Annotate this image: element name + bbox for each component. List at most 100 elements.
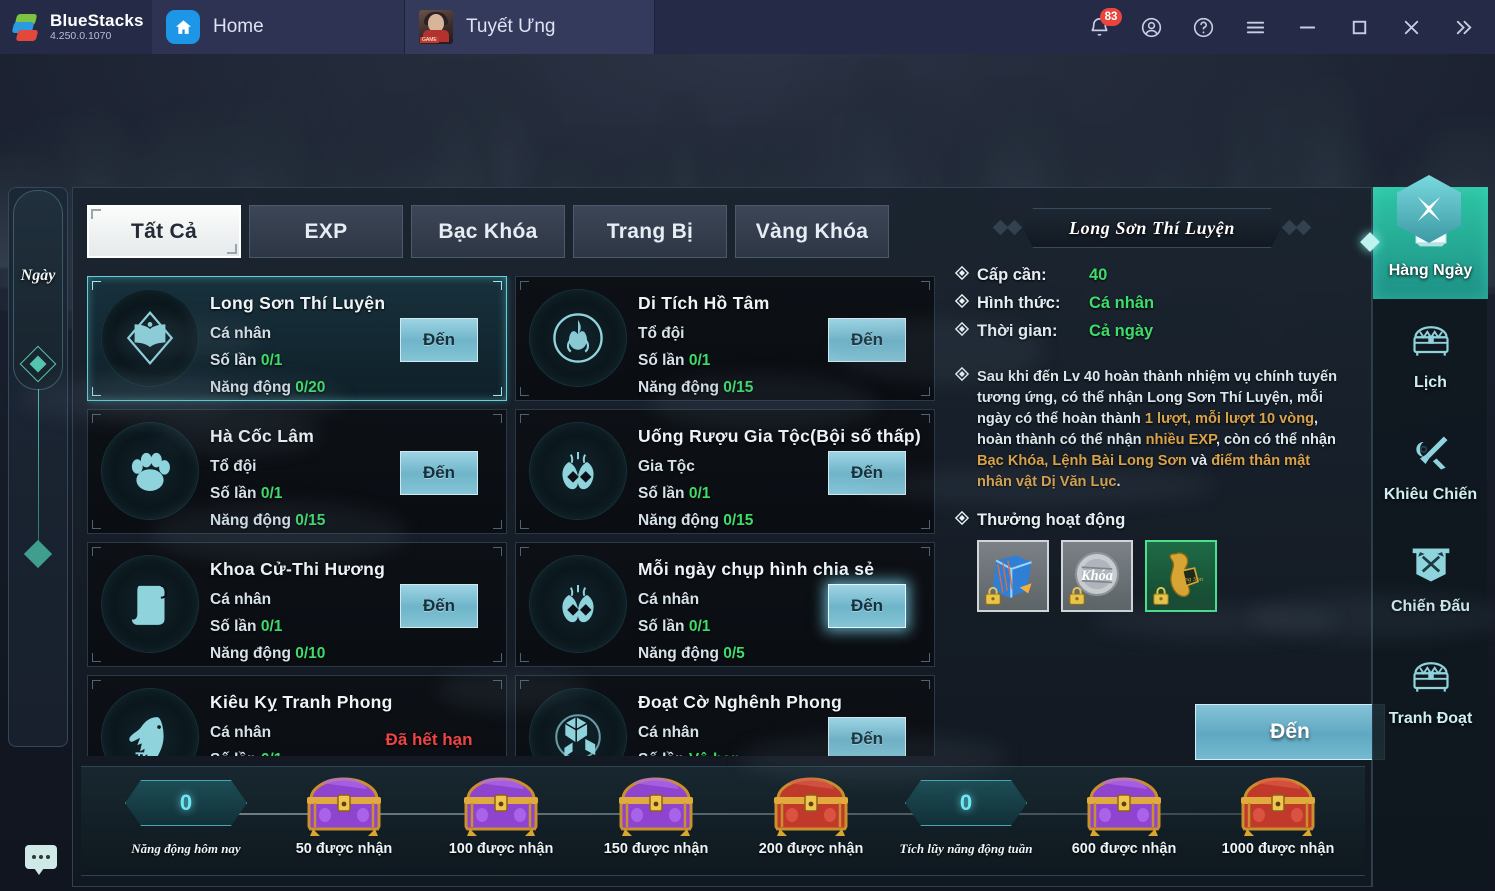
detail-banner: Long Sơn Thí Luyện	[987, 208, 1317, 248]
reward-chest-node[interactable]: 100 được nhận	[426, 773, 576, 857]
tab-4[interactable]: Trang Bị	[573, 205, 727, 258]
notification-badge: 83	[1100, 8, 1122, 26]
chest-icon	[464, 777, 538, 836]
node-caption: 100 được nhận	[448, 841, 554, 857]
menu-icon[interactable]	[1231, 0, 1279, 54]
counter-hex: 0	[905, 780, 1027, 826]
tab-2[interactable]: EXP	[249, 205, 403, 258]
mission-count-value: 0/1	[688, 352, 711, 369]
node-caption: 1000 được nhận	[1221, 841, 1335, 857]
node-caption: Tích lũy năng động tuần	[899, 841, 1033, 856]
chest-icon	[1235, 773, 1321, 839]
account-icon[interactable]	[1127, 0, 1175, 54]
mission-title: Mỗi ngày chụp hình chia sẻ	[638, 559, 875, 579]
mission-count-label: Số lần	[638, 352, 685, 369]
reward-slot[interactable]: Khóa	[1061, 540, 1133, 612]
close-panel-button[interactable]	[1397, 175, 1461, 243]
banner-sword-icon	[1408, 543, 1454, 592]
svg-text:Khóa: Khóa	[1080, 567, 1113, 583]
sidenav-item-label: Tranh Đoạt	[1388, 709, 1473, 727]
reward-header: Thưởng hoạt động	[954, 510, 1359, 530]
mission-title: Đoạt Cờ Nghênh Phong	[638, 692, 843, 712]
tab-home-label: Home	[213, 16, 264, 37]
bluestacks-titlebar: BlueStacks 4.250.0.1070 Home GAME Tuyết …	[0, 0, 1495, 54]
reward-chest-node[interactable]: 600 được nhận	[1049, 773, 1199, 857]
tab-game[interactable]: GAME Tuyết Ưng	[405, 0, 655, 54]
bell-icon[interactable]: 83	[1075, 0, 1123, 54]
mission-count-value: 0/1	[260, 352, 283, 369]
mission-count: Số lần 0/1	[210, 485, 282, 503]
mission-activity-value: 0/5	[723, 645, 745, 662]
sidenav-item-label: Hàng Ngày	[1388, 261, 1473, 279]
description-highlight: nhiều EXP	[1145, 432, 1216, 448]
mission-go-button[interactable]: Đến	[828, 584, 906, 628]
mission-count: Số lần 0/1	[638, 352, 710, 370]
detail-row-value: Cả ngày	[1089, 322, 1154, 340]
chest-icon	[307, 777, 381, 836]
mission-title: Di Tích Hồ Tâm	[638, 293, 770, 313]
tab-1[interactable]: Tất Cả	[87, 205, 241, 258]
sidenav-item-label: Khiêu Chiến	[1383, 485, 1478, 503]
chest-icon	[774, 777, 848, 836]
description-highlight: 1 lượt, mỗi lượt 10 vòng	[1144, 411, 1315, 427]
mission-count: Số lần 0/1	[638, 618, 710, 636]
tab-label: Bạc Khóa	[438, 219, 538, 243]
chat-bubble-icon[interactable]	[25, 845, 57, 875]
sidenav-item-5[interactable]: Tranh Đoạt	[1373, 635, 1488, 747]
tab-label: EXP	[304, 219, 348, 243]
detail-row-label: Cấp cần:	[977, 266, 1047, 284]
tab-5[interactable]: Vàng Khóa	[735, 205, 889, 258]
reward-chest-node[interactable]: 200 được nhận	[736, 773, 886, 857]
counter-hex: 0	[125, 780, 247, 826]
chevrons-right-icon[interactable]	[1439, 0, 1487, 54]
mission-count-value: 0/1	[688, 618, 711, 635]
day-tab-label: Ngày	[20, 267, 56, 284]
mission-go-button[interactable]: Đến	[400, 451, 478, 495]
mission-type: Cá nhân	[638, 591, 700, 608]
close-icon[interactable]	[1387, 0, 1435, 54]
mission-count: Số lần 0/1	[210, 618, 282, 636]
lock-icon	[985, 586, 1001, 605]
reward-slot[interactable]: Long Son	[1145, 540, 1217, 612]
mission-go-button[interactable]: Đến	[400, 318, 478, 362]
brand-version: 4.250.0.1070	[50, 29, 112, 42]
reward-slot[interactable]	[977, 540, 1049, 612]
tab-label: Tất Cả	[131, 219, 197, 243]
mission-card[interactable]: Mỗi ngày chụp hình chia sẻ Cá nhân Số lần …	[515, 542, 935, 667]
chest-icon	[768, 773, 854, 839]
bullet-diamond-icon	[954, 510, 977, 530]
reward-chest-node[interactable]: 1000 được nhận	[1203, 773, 1353, 857]
day-tab[interactable]: Ngày	[13, 190, 63, 390]
node-caption: 50 được nhận	[295, 841, 393, 857]
mission-activity-value: 0/10	[295, 645, 326, 662]
titlebar-spacer	[655, 0, 1075, 54]
mission-title: Kiêu Kỵ Tranh Phong	[210, 692, 393, 712]
tab-home[interactable]: Home	[152, 0, 405, 54]
treasure-chest-icon	[1408, 655, 1454, 704]
reward-chest-node[interactable]: 50 được nhận	[269, 773, 419, 857]
sidenav-item-2[interactable]: Lịch	[1373, 299, 1488, 411]
maximize-icon[interactable]	[1335, 0, 1383, 54]
close-x-icon	[1417, 196, 1441, 222]
lock-icon	[983, 585, 1003, 606]
mission-row: Khoa Cử-Thi Hương Cá nhân Số lần 0/1 Năng đ…	[87, 542, 935, 667]
mission-title: Long Sơn Thí Luyện	[210, 293, 386, 313]
reward-chest-node[interactable]: 150 được nhận	[581, 773, 731, 857]
activity-counter: 0 Năng động hôm nay	[111, 773, 261, 856]
help-icon[interactable]	[1179, 0, 1227, 54]
node-caption: 150 được nhận	[603, 841, 709, 857]
wine-jars-icon	[530, 556, 626, 652]
tab-label: Trang Bị	[606, 219, 694, 243]
mission-expired-label: Đã hết hạn	[385, 730, 473, 749]
titlebar-controls: 83	[1075, 0, 1495, 54]
detail-go-button[interactable]: Đến	[1195, 704, 1385, 760]
mission-count-label: Số lần	[638, 751, 685, 756]
mission-go-button[interactable]: Đến	[400, 584, 478, 628]
sidenav-item-3[interactable]: Khiêu Chiến	[1373, 411, 1488, 523]
mission-type: Cá nhân	[638, 724, 700, 741]
detail-row-label: Hình thức:	[977, 294, 1061, 312]
minimize-icon[interactable]	[1283, 0, 1331, 54]
rail-connector	[37, 389, 39, 564]
tab-3[interactable]: Bạc Khóa	[411, 205, 565, 258]
mission-activity: Năng động 0/15	[638, 512, 753, 530]
